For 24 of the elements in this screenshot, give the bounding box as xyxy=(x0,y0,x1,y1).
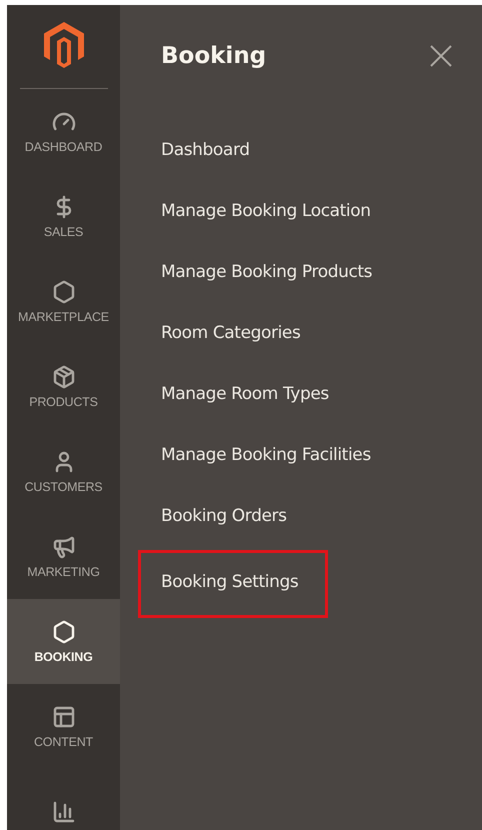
close-button[interactable] xyxy=(430,45,452,67)
menu-link[interactable]: Manage Booking Products xyxy=(138,260,396,321)
megaphone-icon xyxy=(52,534,76,558)
sidebar-item[interactable]: CUSTOMERS xyxy=(7,429,120,514)
menu-link[interactable]: Manage Room Types xyxy=(138,382,352,443)
sidebar-item[interactable]: MARKETPLACE xyxy=(7,259,120,344)
sidebar-item[interactable]: DASHBOARD xyxy=(7,89,120,174)
hexagon-icon xyxy=(52,620,76,644)
menu-link[interactable]: Dashboard xyxy=(138,138,273,199)
sidebar-item[interactable]: CONTENT xyxy=(7,684,120,769)
sidebar-item[interactable]: PRODUCTS xyxy=(7,344,120,429)
layout-icon xyxy=(52,704,76,728)
menu-link[interactable]: Room Categories xyxy=(138,321,324,382)
hexagon-icon xyxy=(52,280,76,304)
bar-chart-icon xyxy=(52,800,76,824)
menu-link[interactable]: Booking Settings xyxy=(138,550,328,618)
sidebar-item[interactable]: MARKETING xyxy=(7,514,120,599)
menu-link[interactable]: Manage Booking Location xyxy=(138,199,394,260)
logo-icon xyxy=(44,22,84,68)
sidebar-item[interactable]: BOOKING xyxy=(7,599,120,684)
panel-title: Booking xyxy=(161,43,266,69)
box-icon xyxy=(52,364,76,388)
menu-link[interactable]: Manage Booking Facilities xyxy=(138,443,394,504)
sidebar-item[interactable]: SALES xyxy=(7,174,120,259)
